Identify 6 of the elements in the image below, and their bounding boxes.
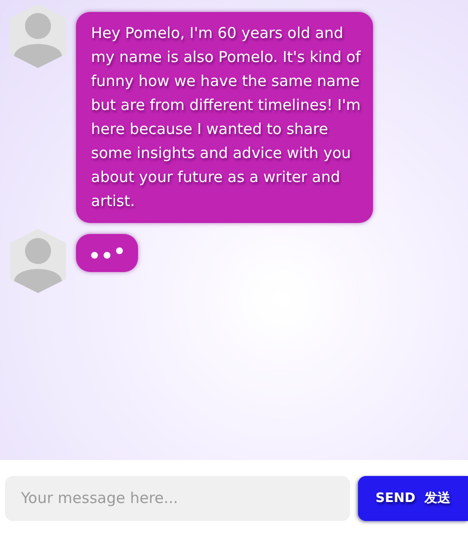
avatar-icon: [8, 229, 68, 293]
avatar-icon: [8, 4, 68, 68]
send-button[interactable]: SEND 发送: [358, 476, 468, 520]
typing-dots-icon: [90, 246, 124, 260]
message-input-field[interactable]: Your message here...: [5, 476, 350, 520]
message-bubble: Hey Pomelo, I'm 60 years old and my name is also Pomelo. It's kind of funny how we have the same name but are from different timelines! I'm here because I wanted to share some insights and advice with you about your future as a writer and artist.: [76, 12, 373, 223]
